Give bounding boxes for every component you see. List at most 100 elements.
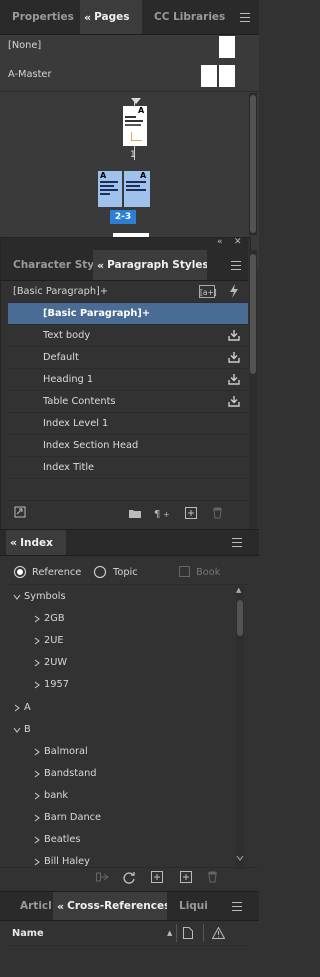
paragraph-style-label: Index Level 1 [43, 418, 109, 429]
tab-properties[interactable]: Properties [4, 0, 80, 34]
chevron-down-icon[interactable] [13, 726, 21, 734]
index-section[interactable]: A [24, 702, 31, 713]
chevron-right-icon[interactable] [33, 659, 41, 667]
tab-paragraph-styles-label: Paragraph Styles [107, 259, 207, 271]
pages-panel-menu-icon[interactable] [240, 13, 250, 22]
a-master-left-thumb[interactable] [201, 65, 217, 87]
new-style-group-icon[interactable] [128, 508, 142, 519]
spread-2-3-label: 2-3 [110, 210, 136, 224]
go-to-marker-icon[interactable] [96, 871, 109, 883]
paragraph-style-label: Index Section Head [43, 440, 139, 451]
chevron-right-icon[interactable] [33, 681, 41, 689]
tab-index[interactable]: «Index [6, 530, 66, 555]
paragraph-style-row[interactable]: Default [8, 347, 248, 369]
xref-panel-menu-icon[interactable] [232, 902, 242, 911]
pages-scrollbar[interactable] [249, 93, 257, 235]
delete-style-icon[interactable] [212, 507, 223, 519]
create-index-entry-icon[interactable] [180, 871, 192, 883]
scroll-up-icon[interactable]: ▲ [236, 586, 241, 594]
chevron-right-icon[interactable] [33, 836, 41, 844]
chevron-right-icon[interactable] [13, 704, 21, 712]
chevron-right-icon[interactable] [33, 814, 41, 822]
topic-radio[interactable] [94, 566, 106, 578]
chevron-right-icon[interactable] [33, 637, 41, 645]
paragraph-style-row[interactable]: Index Level 1 [8, 413, 248, 435]
scroll-down-icon[interactable] [236, 854, 244, 862]
page-3-thumb[interactable]: A [124, 171, 150, 207]
para-outer-scrollbar[interactable] [249, 250, 257, 532]
tab-pages-label: Pages [94, 11, 130, 23]
svg-text:+: + [163, 510, 170, 519]
reference-radio[interactable] [14, 566, 26, 578]
create-style-from-selection-button[interactable]: [a+] [199, 285, 217, 298]
chevron-right-icon[interactable] [33, 858, 41, 866]
chevron-right-icon[interactable] [33, 792, 41, 800]
collapse-icon: « [97, 258, 105, 272]
sort-ascending-icon[interactable]: ▲ [167, 929, 172, 937]
lightning-icon[interactable] [229, 284, 239, 298]
page-2-text-line [100, 193, 110, 195]
index-section[interactable]: B [24, 724, 31, 735]
page-column-icon[interactable] [183, 927, 193, 939]
tab-character-styles[interactable]: Character Styl [5, 250, 93, 280]
tab-character-styles-label: Character Styl [13, 259, 93, 271]
tab-cross-references[interactable]: «Cross-References [53, 892, 167, 920]
paragraph-style-row[interactable]: Text body [8, 325, 248, 347]
none-master-thumb[interactable] [219, 36, 235, 58]
chevron-right-icon[interactable] [33, 615, 41, 623]
index-topic[interactable]: Bandstand [44, 768, 97, 779]
generate-index-icon[interactable] [151, 871, 163, 883]
clear-overrides-icon[interactable]: ¶ + [154, 507, 172, 519]
tab-liquid-layout[interactable]: Liqui [171, 892, 213, 920]
paragraph-style-row[interactable]: Heading 1 [8, 369, 248, 391]
column-divider [203, 924, 204, 942]
index-topic[interactable]: 2UE [44, 635, 64, 646]
tab-articles[interactable]: Articl [12, 892, 56, 920]
index-topic[interactable]: Barn Dance [44, 812, 101, 823]
name-column-header[interactable]: Name [12, 928, 44, 939]
index-topic[interactable]: Beatles [44, 834, 80, 845]
a-master-right-thumb[interactable] [219, 65, 235, 87]
para-outer-scroll-thumb[interactable] [250, 254, 256, 374]
index-scroll-thumb[interactable] [237, 600, 243, 636]
tab-cc-libraries[interactable]: CC Libraries [146, 0, 228, 34]
load-styles-icon[interactable] [14, 506, 28, 519]
create-new-style-icon[interactable] [185, 507, 197, 519]
page-1-thumb[interactable]: A [123, 106, 147, 146]
a-master-label[interactable]: A-Master [8, 69, 51, 80]
index-topic[interactable]: Bill Haley [44, 856, 90, 867]
delete-entry-icon[interactable] [207, 871, 218, 883]
index-topic[interactable]: 2GB [44, 613, 65, 624]
tab-properties-label: Properties [12, 11, 74, 23]
page-1-text-line [125, 116, 136, 118]
chevron-right-icon[interactable] [33, 748, 41, 756]
paragraph-style-row[interactable]: Table Contents [8, 391, 248, 413]
warning-icon[interactable] [212, 927, 225, 939]
page-3-text-line [126, 185, 140, 187]
paragraph-style-label: Default [43, 352, 79, 363]
paragraph-style-row[interactable]: Index Title [8, 457, 248, 479]
page-2-thumb[interactable]: A [98, 171, 122, 207]
page-2-text-line [100, 189, 118, 191]
close-panel-icon[interactable]: ✕ [234, 237, 242, 247]
index-topic[interactable]: 2UW [44, 657, 67, 668]
book-checkbox[interactable] [179, 566, 190, 577]
index-section[interactable]: Symbols [24, 591, 66, 602]
index-topic[interactable]: bank [44, 790, 68, 801]
paragraph-style-row[interactable]: [Basic Paragraph]+ [8, 303, 248, 325]
tab-paragraph-styles[interactable]: «Paragraph Styles [93, 250, 207, 280]
chevron-right-icon[interactable] [33, 770, 41, 778]
paragraph-style-row[interactable]: Index Section Head [8, 435, 248, 457]
tab-pages[interactable]: «Pages [80, 0, 142, 34]
none-master-label[interactable]: [None] [8, 40, 41, 51]
pages-scroll-thumb[interactable] [250, 95, 256, 233]
index-scrollbar[interactable]: ▲ [236, 586, 244, 866]
index-panel-menu-icon[interactable] [232, 538, 242, 547]
chevron-down-icon[interactable] [13, 593, 21, 601]
index-topic[interactable]: Balmoral [44, 746, 88, 757]
collapse-panel-icon[interactable]: « [217, 237, 223, 247]
para-panel-menu-icon[interactable] [231, 261, 241, 270]
index-topic[interactable]: 1957 [44, 679, 69, 690]
update-preview-icon[interactable] [123, 871, 136, 884]
page-1-text-line [125, 120, 143, 122]
